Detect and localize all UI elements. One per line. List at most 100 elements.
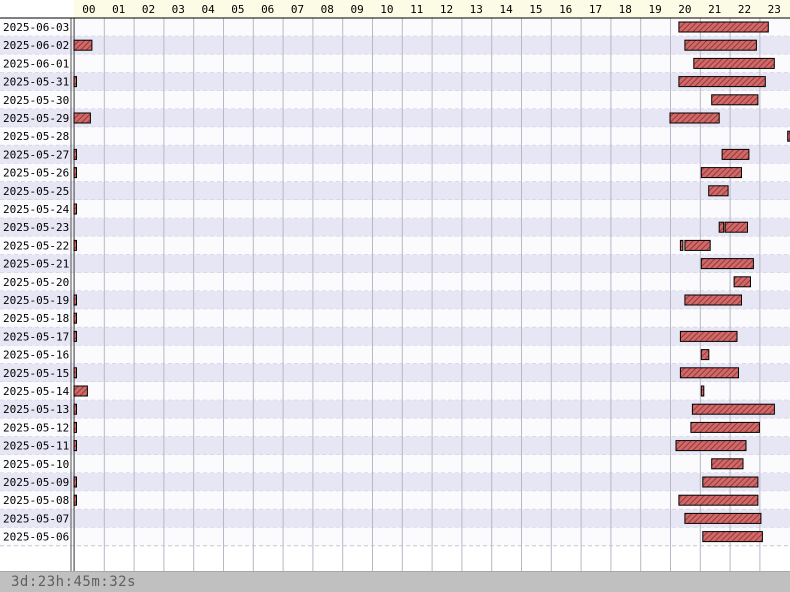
row-background — [0, 327, 790, 346]
hour-tick-label: 04 — [201, 3, 215, 16]
status-bar: 3d:23h:45m:32s — [0, 571, 790, 592]
row-background — [0, 218, 790, 237]
hour-tick-label: 20 — [678, 3, 691, 16]
row-background — [0, 181, 790, 200]
activity-bar — [678, 21, 769, 33]
row-background — [0, 163, 790, 182]
row-background — [0, 200, 790, 219]
hour-tick-label: 18 — [619, 3, 632, 16]
activity-bar — [73, 294, 77, 306]
activity-bar — [73, 239, 77, 251]
activity-bar — [73, 148, 77, 160]
date-label: 2025-05-11 — [3, 440, 69, 453]
hour-tick-label: 03 — [172, 3, 185, 16]
hour-tick-label: 19 — [648, 3, 661, 16]
row-background — [0, 90, 790, 109]
activity-bar — [73, 403, 77, 415]
activity-bar — [733, 276, 751, 288]
date-label: 2025-05-24 — [3, 203, 70, 216]
date-label: 2025-05-10 — [3, 458, 69, 471]
hour-tick-label: 15 — [529, 3, 542, 16]
date-label: 2025-06-02 — [3, 39, 69, 52]
hour-tick-label: 17 — [589, 3, 602, 16]
row-background — [0, 145, 790, 164]
activity-bar — [702, 476, 759, 488]
activity-bar — [73, 494, 77, 506]
activity-bar — [73, 112, 91, 124]
row-background — [0, 473, 790, 492]
activity-bar — [73, 203, 77, 215]
row-background — [0, 491, 790, 510]
hour-tick-label: 02 — [142, 3, 155, 16]
activity-bar — [678, 494, 759, 506]
date-label: 2025-05-20 — [3, 276, 69, 289]
row-background — [0, 236, 790, 255]
hour-tick-label: 05 — [231, 3, 244, 16]
row-background — [0, 382, 790, 401]
activity-bar — [73, 367, 77, 379]
activity-bar — [684, 239, 711, 251]
activity-bar — [700, 385, 705, 397]
activity-bar — [679, 239, 684, 251]
row-background — [0, 127, 790, 146]
activity-bar — [73, 39, 93, 51]
row-background — [0, 272, 790, 291]
row-background — [0, 54, 790, 73]
hour-tick-label: 01 — [112, 3, 125, 16]
date-label: 2025-05-31 — [3, 76, 69, 89]
date-label: 2025-05-22 — [3, 239, 69, 252]
hour-tick-label: 09 — [350, 3, 363, 16]
row-background — [0, 309, 790, 328]
hour-tick-label: 21 — [708, 3, 721, 16]
row-background — [0, 509, 790, 528]
activity-bar — [700, 349, 710, 361]
row-background — [0, 36, 790, 55]
date-label: 2025-05-17 — [3, 330, 69, 343]
activity-bar — [678, 76, 766, 88]
date-label: 2025-05-12 — [3, 421, 69, 434]
hour-tick-label: 07 — [291, 3, 304, 16]
activity-bar — [679, 330, 738, 342]
row-background — [0, 291, 790, 310]
activity-bar — [675, 440, 747, 452]
activity-bar — [73, 476, 77, 488]
activity-bar — [711, 458, 744, 470]
activity-bar — [711, 94, 759, 106]
date-label: 2025-05-23 — [3, 221, 69, 234]
date-label: 2025-05-15 — [3, 367, 69, 380]
hour-tick-label: 08 — [321, 3, 334, 16]
activity-bar — [721, 148, 750, 160]
date-label: 2025-05-16 — [3, 349, 69, 362]
activity-bar — [700, 258, 754, 270]
activity-bar — [700, 167, 742, 179]
activity-bar — [691, 403, 775, 415]
row-background — [0, 345, 790, 364]
row-background — [0, 418, 790, 437]
date-label: 2025-05-14 — [3, 385, 70, 398]
activity-bar — [684, 39, 757, 51]
activity-bar — [73, 385, 88, 397]
date-label: 2025-05-30 — [3, 94, 69, 107]
activity-bar — [73, 167, 77, 179]
hour-tick-label: 16 — [559, 3, 572, 16]
date-label: 2025-06-03 — [3, 21, 69, 34]
activity-bar — [693, 57, 775, 69]
date-label: 2025-05-13 — [3, 403, 69, 416]
hour-tick-label: 22 — [738, 3, 751, 16]
date-label: 2025-05-21 — [3, 258, 69, 271]
date-label: 2025-05-28 — [3, 130, 69, 143]
date-label: 2025-05-25 — [3, 185, 69, 198]
activity-bar — [718, 221, 725, 233]
row-background — [0, 363, 790, 382]
date-label: 2025-05-19 — [3, 294, 69, 307]
timeline-chart: 00 01 02 03 04 05 06 07 08 09 10 11 12 13 14 15 16 17 18 19… — [0, 0, 790, 571]
activity-bar — [73, 440, 77, 452]
row-background — [0, 527, 790, 546]
activity-bar — [702, 531, 763, 543]
hour-tick-label: 14 — [499, 3, 513, 16]
date-label: 2025-05-26 — [3, 167, 69, 180]
total-duration-label: 3d:23h:45m:32s — [11, 574, 137, 590]
hour-tick-label: 13 — [470, 3, 483, 16]
hour-tick-label: 10 — [380, 3, 393, 16]
activity-bar — [73, 76, 77, 88]
